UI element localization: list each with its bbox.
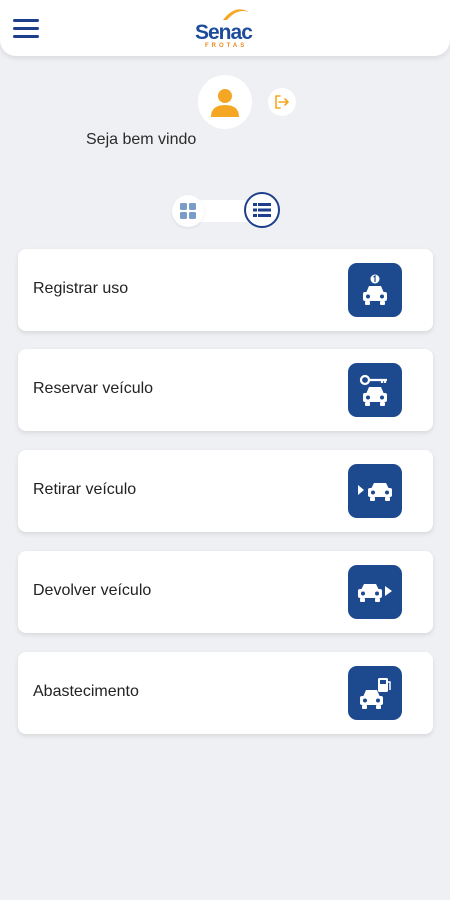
grid-view-button[interactable] — [172, 195, 204, 227]
menu-item-reservar-veiculo[interactable]: Reservar veículo — [18, 349, 433, 431]
menu-item-label: Abastecimento — [33, 683, 139, 700]
menu-item-icon-box — [348, 263, 402, 317]
menu-item-icon-box — [348, 666, 402, 720]
menu-item-icon-box — [348, 464, 402, 518]
avatar — [198, 75, 252, 129]
menu-item-label: Retirar veículo — [33, 481, 137, 498]
list-view-button[interactable] — [244, 192, 280, 228]
hamburger-menu-icon[interactable] — [13, 17, 39, 39]
grid-view-icon — [180, 203, 196, 219]
user-icon — [211, 89, 239, 117]
list-view-icon — [253, 203, 271, 217]
menu-item-registrar-uso[interactable]: Registrar uso — [18, 249, 433, 331]
menu-item-label: Devolver veículo — [33, 582, 152, 599]
menu-item-abastecimento[interactable]: Abastecimento — [18, 652, 433, 734]
menu-item-icon-box — [348, 565, 402, 619]
view-toggle[interactable] — [170, 192, 282, 230]
car-return-icon — [358, 584, 392, 602]
logo-subtext: FROTAS — [205, 43, 248, 49]
logo-text: Senac — [195, 21, 253, 44]
logout-button[interactable] — [268, 88, 296, 116]
menu-item-icon-box — [348, 363, 402, 417]
menu-item-label: Registrar uso — [33, 280, 129, 297]
welcome-text: Seja bem vindo — [86, 131, 197, 148]
logout-icon — [275, 95, 289, 109]
car-key-icon — [359, 374, 387, 406]
menu-item-devolver-veiculo[interactable]: Devolver veículo — [18, 551, 433, 633]
menu-item-retirar-veiculo[interactable]: Retirar veículo — [18, 450, 433, 532]
car-register-icon — [363, 274, 387, 305]
menu-item-label: Reservar veículo — [33, 380, 154, 397]
senac-logo: Senac FROTAS — [193, 6, 259, 50]
car-pickup-icon — [358, 483, 392, 501]
car-fuel-icon — [360, 678, 391, 709]
app-header: Senac FROTAS — [0, 0, 450, 56]
